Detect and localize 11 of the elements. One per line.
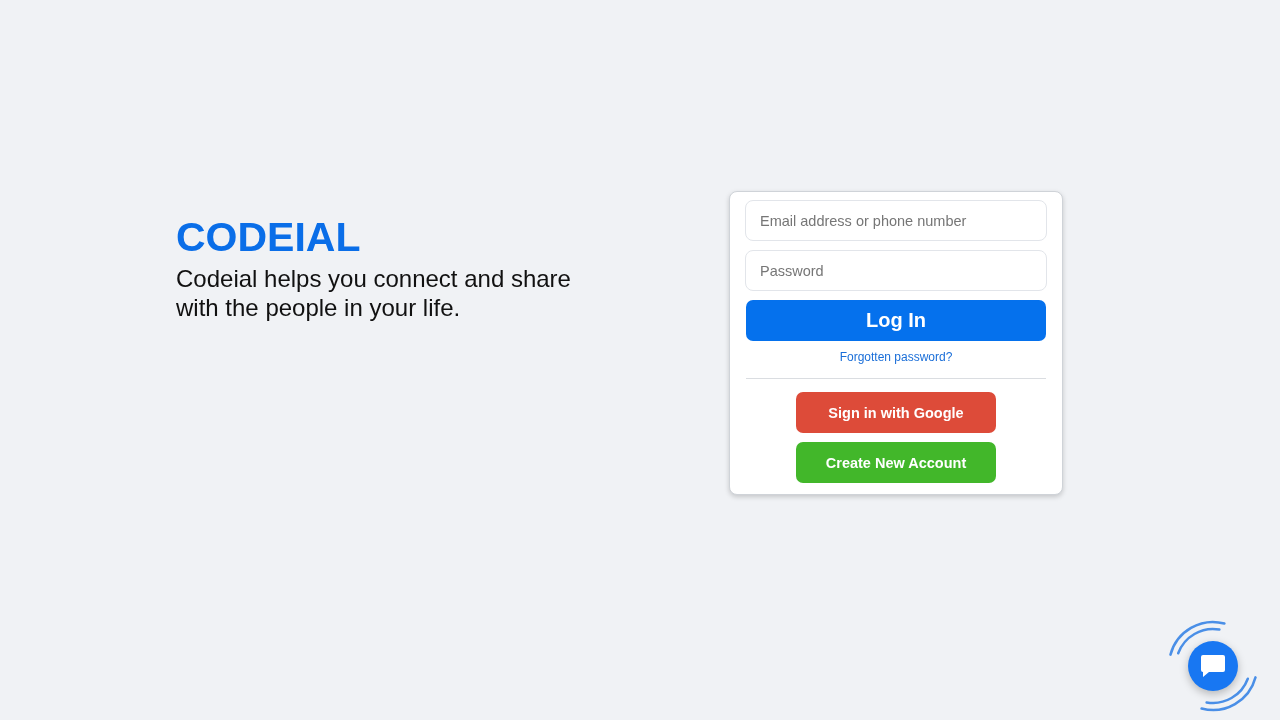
tagline-text: Codeial helps you connect and share with the people in your life. xyxy=(176,264,572,322)
ripple-arcs-icon xyxy=(1168,618,1258,714)
google-sign-in-button[interactable]: Sign in with Google xyxy=(796,392,996,433)
speech-bubble-icon xyxy=(1200,654,1226,678)
create-account-button[interactable]: Create New Account xyxy=(796,442,996,483)
email-field[interactable]: Email address or phone number xyxy=(745,200,1047,241)
forgot-password-link[interactable]: Forgotten password? xyxy=(839,349,953,365)
login-button[interactable]: Log In xyxy=(746,300,1046,341)
password-field[interactable]: Password xyxy=(745,250,1047,291)
chat-button[interactable] xyxy=(1188,641,1238,691)
logo-wordmark: CODEIAL xyxy=(176,217,361,258)
